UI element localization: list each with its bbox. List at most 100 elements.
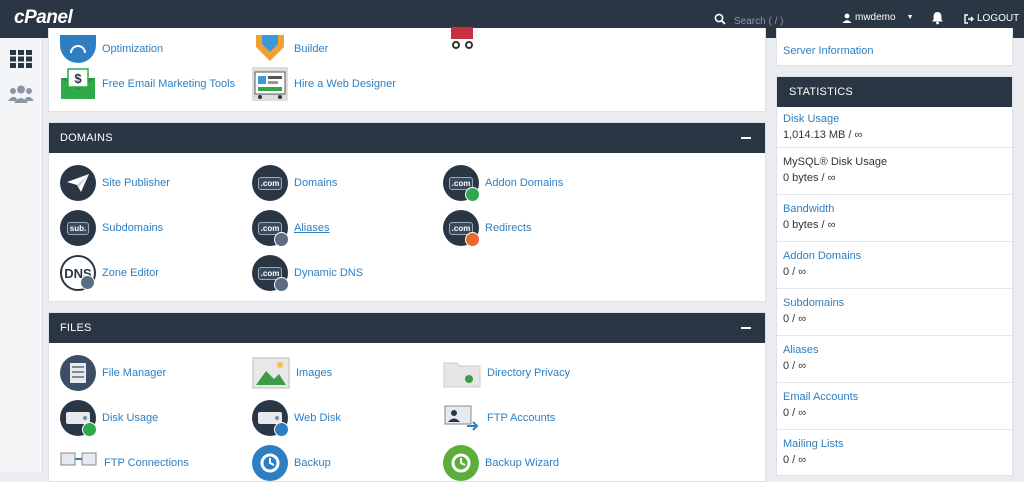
item-label: Web Disk — [294, 412, 341, 424]
panel-title: DOMAINS — [60, 132, 113, 144]
item-web-disk[interactable]: Web Disk — [252, 399, 341, 437]
item-free-email-marketing-tools[interactable]: $ Free Email Marketing Tools — [60, 65, 235, 103]
bell-icon[interactable] — [931, 11, 944, 25]
aliases-icon: .com — [252, 210, 289, 247]
users-icon[interactable] — [8, 85, 34, 103]
logout-label: LOGOUT — [977, 13, 1020, 24]
collapse-icon[interactable] — [741, 137, 751, 139]
backup-icon — [252, 445, 288, 481]
ftp-accounts-icon — [444, 405, 479, 431]
item-zone-editor[interactable]: DNS Zone Editor — [60, 254, 159, 292]
stat-email-accounts: Email Accounts 0 / ∞ — [777, 382, 1012, 429]
stat-label[interactable]: Addon Domains — [783, 250, 1006, 262]
stat-addon-domains: Addon Domains 0 / ∞ — [777, 241, 1012, 288]
stat-label[interactable]: Bandwidth — [783, 203, 1006, 215]
email-marketing-icon: $ — [61, 68, 95, 99]
logout-icon — [964, 13, 974, 24]
equals-icon — [274, 232, 289, 247]
plus-icon — [465, 187, 480, 202]
collapse-icon[interactable] — [741, 327, 751, 329]
item-label: Hire a Web Designer — [294, 78, 396, 90]
server-information-link[interactable]: Server Information — [783, 45, 873, 57]
user-menu[interactable]: mwdemo ▼ — [842, 12, 914, 23]
stat-disk-usage: Disk Usage 1,014.13 MB / ∞ — [777, 107, 1012, 147]
redirects-icon: .com — [443, 210, 480, 247]
item-domains[interactable]: .com Domains — [252, 164, 337, 202]
stat-mailing-lists: Mailing Lists 0 / ∞ — [777, 429, 1012, 476]
item-label: Redirects — [485, 222, 532, 234]
file-manager-icon — [60, 355, 96, 391]
item-backup-wizard[interactable]: Backup Wizard — [443, 444, 559, 482]
item-shopping-cart[interactable] — [447, 24, 479, 52]
domains-header[interactable]: DOMAINS — [49, 123, 765, 153]
username: mwdemo — [855, 12, 896, 23]
item-addon-domains[interactable]: .com Addon Domains — [443, 164, 563, 202]
logout-button[interactable]: LOGOUT — [964, 13, 1019, 24]
stat-label[interactable]: Subdomains — [783, 297, 1006, 309]
stat-mysql-disk-usage: MySQL® Disk Usage 0 bytes / ∞ — [777, 147, 1012, 194]
item-directory-privacy[interactable]: Directory Privacy — [443, 354, 570, 392]
shopping-cart-icon — [451, 27, 473, 49]
web-designer-icon — [252, 67, 288, 101]
item-label: File Manager — [102, 367, 167, 379]
item-label: Directory Privacy — [487, 367, 571, 379]
item-ftp-accounts[interactable]: FTP Accounts — [443, 399, 555, 437]
optimization-icon — [60, 35, 96, 63]
general-info-panel: Server Information — [776, 28, 1013, 66]
stat-label[interactable]: Disk Usage — [783, 113, 1006, 125]
panel-title: STATISTICS — [789, 86, 853, 98]
stat-value: 1,014.13 MB / ∞ — [783, 129, 863, 141]
files-panel: FILES File Manager Images Directory Priv… — [48, 312, 766, 482]
web-disk-icon — [252, 400, 289, 437]
chevron-down-icon: ▼ — [906, 14, 914, 21]
item-optimization[interactable]: Optimization — [60, 30, 163, 68]
item-aliases[interactable]: .com Aliases — [252, 209, 329, 247]
stat-value: 0 / ∞ — [783, 313, 807, 325]
item-label: Site Publisher — [102, 177, 170, 189]
stat-value: 0 bytes / ∞ — [783, 172, 836, 184]
stat-label[interactable]: Aliases — [783, 344, 1006, 356]
item-builder[interactable]: Builder — [252, 30, 328, 68]
item-label: Backup Wizard — [485, 457, 559, 469]
folder-lock-icon — [443, 362, 481, 388]
item-disk-usage[interactable]: Disk Usage — [60, 399, 158, 437]
item-backup[interactable]: Backup — [252, 444, 331, 482]
dotcom-icon: .com — [252, 165, 288, 201]
grid-icon[interactable] — [10, 50, 32, 68]
disk-usage-icon — [60, 400, 97, 437]
cpanel-logo[interactable]: cPanel — [14, 7, 73, 29]
item-label: FTP Connections — [104, 457, 189, 469]
stat-subdomains: Subdomains 0 / ∞ — [777, 288, 1012, 335]
item-ftp-connections[interactable]: FTP Connections — [60, 444, 189, 482]
item-file-manager[interactable]: File Manager — [60, 354, 166, 392]
subdomain-icon: sub. — [60, 210, 96, 246]
item-hire-a-web-designer[interactable]: Hire a Web Designer — [252, 65, 396, 103]
item-label: Addon Domains — [485, 177, 564, 189]
stat-bandwidth: Bandwidth 0 bytes / ∞ — [777, 194, 1012, 241]
user-icon — [842, 13, 852, 23]
item-label: Domains — [294, 177, 338, 189]
item-label: Optimization — [102, 43, 164, 55]
item-site-publisher[interactable]: Site Publisher — [60, 164, 170, 202]
item-label: Dynamic DNS — [294, 267, 364, 279]
stat-label[interactable]: Mailing Lists — [783, 438, 1006, 450]
left-rail — [0, 38, 43, 472]
pie-chart-icon — [82, 422, 97, 437]
redirect-arrow-icon — [465, 232, 480, 247]
files-header[interactable]: FILES — [49, 313, 765, 343]
stat-value: 0 / ∞ — [783, 407, 807, 419]
item-images[interactable]: Images — [252, 354, 332, 392]
item-label: Builder — [294, 43, 329, 55]
search-box[interactable] — [714, 12, 826, 30]
stat-label[interactable]: Email Accounts — [783, 391, 1006, 403]
item-label: Disk Usage — [102, 412, 159, 424]
svg-text:$: $ — [74, 71, 82, 86]
server-icon — [274, 277, 289, 292]
stat-value: 0 / ∞ — [783, 266, 807, 278]
item-subdomains[interactable]: sub. Subdomains — [60, 209, 163, 247]
item-redirects[interactable]: .com Redirects — [443, 209, 531, 247]
item-dynamic-dns[interactable]: .com Dynamic DNS — [252, 254, 363, 292]
pencil-icon — [80, 275, 95, 290]
dns-icon: DNS — [60, 255, 96, 291]
globe-icon — [274, 422, 289, 437]
